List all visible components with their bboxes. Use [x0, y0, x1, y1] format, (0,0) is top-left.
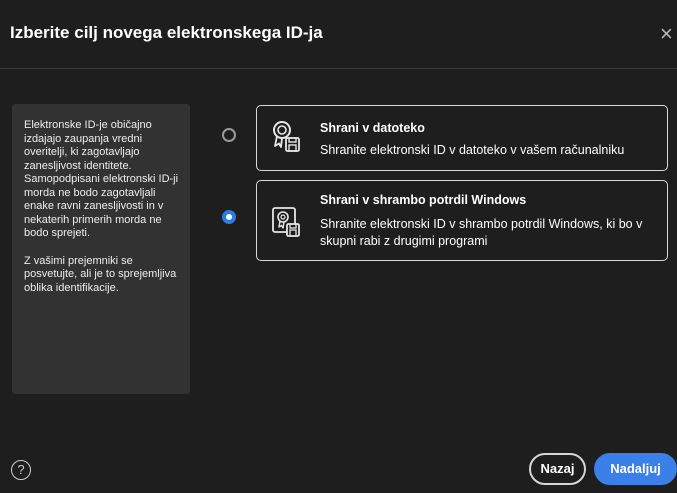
- info-paragraph-2: Z vašimi prejemniki se posvetujte, ali j…: [24, 254, 177, 294]
- dialog-title: Izberite cilj novega elektronskega ID-ja: [10, 23, 323, 42]
- option-title: Shrani v shrambo potrdil Windows: [320, 193, 527, 207]
- option-save-to-file[interactable]: Shrani v datoteko Shranite elektronski I…: [256, 105, 668, 171]
- back-button[interactable]: Nazaj: [529, 453, 586, 485]
- certificate-store-icon: [271, 205, 301, 239]
- info-panel: Elektronske ID-je običajno izdajajo zaup…: [12, 104, 190, 394]
- continue-button[interactable]: Nadaljuj: [594, 453, 677, 485]
- option-description: Shranite elektronski ID v datoteko v vaš…: [320, 143, 625, 157]
- certificate-file-icon: [271, 120, 301, 154]
- header-divider: [0, 68, 677, 69]
- radio-save-to-windows-store[interactable]: [222, 210, 236, 224]
- option-description: Shranite elektronski ID v shrambo potrdi…: [320, 217, 643, 248]
- close-button[interactable]: ×: [660, 22, 677, 46]
- radio-save-to-file[interactable]: [222, 128, 236, 142]
- help-icon[interactable]: ?: [11, 460, 31, 480]
- info-paragraph-1: Elektronske ID-je običajno izdajajo zaup…: [24, 119, 179, 239]
- dialog: Izberite cilj novega elektronskega ID-ja…: [0, 0, 677, 493]
- option-save-to-windows-store[interactable]: Shrani v shrambo potrdil Windows Shranit…: [256, 180, 668, 261]
- option-title: Shrani v datoteko: [320, 121, 425, 135]
- dialog-header: Izberite cilj novega elektronskega ID-ja…: [0, 0, 677, 68]
